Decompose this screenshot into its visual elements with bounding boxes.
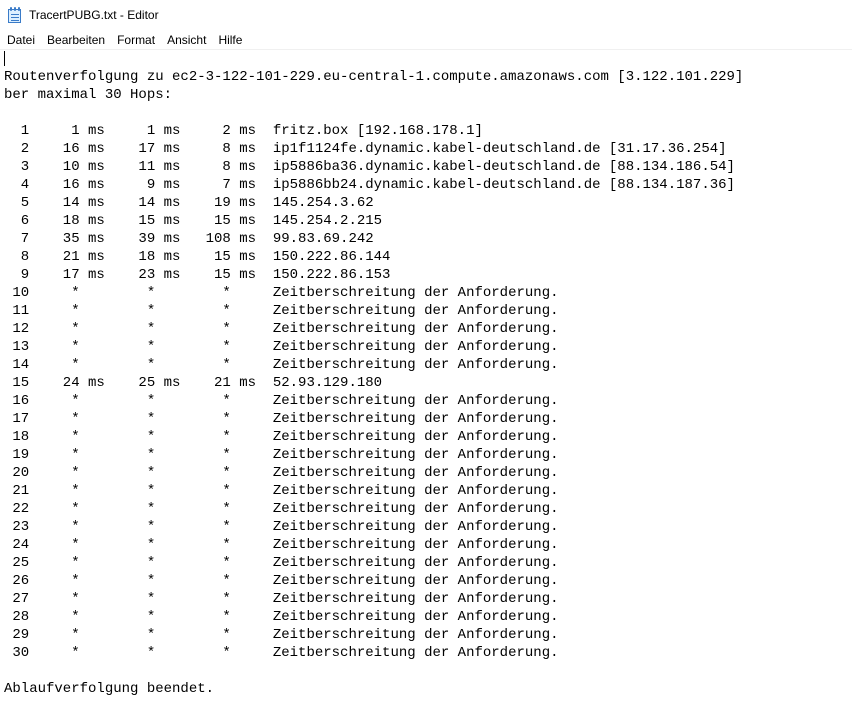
document-line: 13 * * * Zeitberschreitung der Anforderu… <box>4 339 559 355</box>
document-line: 11 * * * Zeitberschreitung der Anforderu… <box>4 303 559 319</box>
document-line: 24 * * * Zeitberschreitung der Anforderu… <box>4 537 559 553</box>
document-line: 19 * * * Zeitberschreitung der Anforderu… <box>4 447 559 463</box>
document-line: 18 * * * Zeitberschreitung der Anforderu… <box>4 429 559 445</box>
document-line: 15 24 ms 25 ms 21 ms 52.93.129.180 <box>4 375 383 391</box>
document-line: 22 * * * Zeitberschreitung der Anforderu… <box>4 501 559 517</box>
document-line: 2 16 ms 17 ms 8 ms ip1f1124fe.dynamic.ka… <box>4 141 727 157</box>
document-line: ber maximal 30 Hops: <box>4 87 173 103</box>
document-line: 25 * * * Zeitberschreitung der Anforderu… <box>4 555 559 571</box>
document-line: 1 1 ms 1 ms 2 ms fritz.box [192.168.178.… <box>4 123 483 139</box>
document-line: 5 14 ms 14 ms 19 ms 145.254.3.62 <box>4 195 374 211</box>
document-line: 26 * * * Zeitberschreitung der Anforderu… <box>4 573 559 589</box>
menu-bearbeiten[interactable]: Bearbeiten <box>41 30 111 50</box>
document-line: 14 * * * Zeitberschreitung der Anforderu… <box>4 357 559 373</box>
document-line: 12 * * * Zeitberschreitung der Anforderu… <box>4 321 559 337</box>
document-line: Ablaufverfolgung beendet. <box>4 681 215 697</box>
document-line: 27 * * * Zeitberschreitung der Anforderu… <box>4 591 559 607</box>
window-title: TracertPUBG.txt - Editor <box>29 8 159 22</box>
document-line: 7 35 ms 39 ms 108 ms 99.83.69.242 <box>4 231 374 247</box>
document-text: Routenverfolgung zu ec2-3-122-101-229.eu… <box>4 50 743 698</box>
title-bar[interactable]: TracertPUBG.txt - Editor <box>0 0 852 30</box>
menu-bar: Datei Bearbeiten Format Ansicht Hilfe <box>0 30 852 50</box>
menu-hilfe[interactable]: Hilfe <box>212 30 248 50</box>
document-line: 16 * * * Zeitberschreitung der Anforderu… <box>4 393 559 409</box>
document-line: 6 18 ms 15 ms 15 ms 145.254.2.215 <box>4 213 383 229</box>
text-editor-area[interactable]: Routenverfolgung zu ec2-3-122-101-229.eu… <box>0 50 852 713</box>
document-line: Routenverfolgung zu ec2-3-122-101-229.eu… <box>4 69 744 85</box>
document-line: 4 16 ms 9 ms 7 ms ip5886bb24.dynamic.kab… <box>4 177 735 193</box>
document-line: 21 * * * Zeitberschreitung der Anforderu… <box>4 483 559 499</box>
document-line: 9 17 ms 23 ms 15 ms 150.222.86.153 <box>4 267 391 283</box>
document-line: 10 * * * Zeitberschreitung der Anforderu… <box>4 285 559 301</box>
editor-window: TracertPUBG.txt - Editor Datei Bearbeite… <box>0 0 852 713</box>
document-line: 8 21 ms 18 ms 15 ms 150.222.86.144 <box>4 249 391 265</box>
document-line: 23 * * * Zeitberschreitung der Anforderu… <box>4 519 559 535</box>
menu-format[interactable]: Format <box>111 30 161 50</box>
document-line: 3 10 ms 11 ms 8 ms ip5886ba36.dynamic.ka… <box>4 159 735 175</box>
menu-datei[interactable]: Datei <box>1 30 41 50</box>
document-line: 20 * * * Zeitberschreitung der Anforderu… <box>4 465 559 481</box>
document-line: 17 * * * Zeitberschreitung der Anforderu… <box>4 411 559 427</box>
notepad-icon <box>7 6 23 24</box>
document-line: 29 * * * Zeitberschreitung der Anforderu… <box>4 627 559 643</box>
document-line: 28 * * * Zeitberschreitung der Anforderu… <box>4 609 559 625</box>
menu-ansicht[interactable]: Ansicht <box>161 30 212 50</box>
document-line: 30 * * * Zeitberschreitung der Anforderu… <box>4 645 559 661</box>
